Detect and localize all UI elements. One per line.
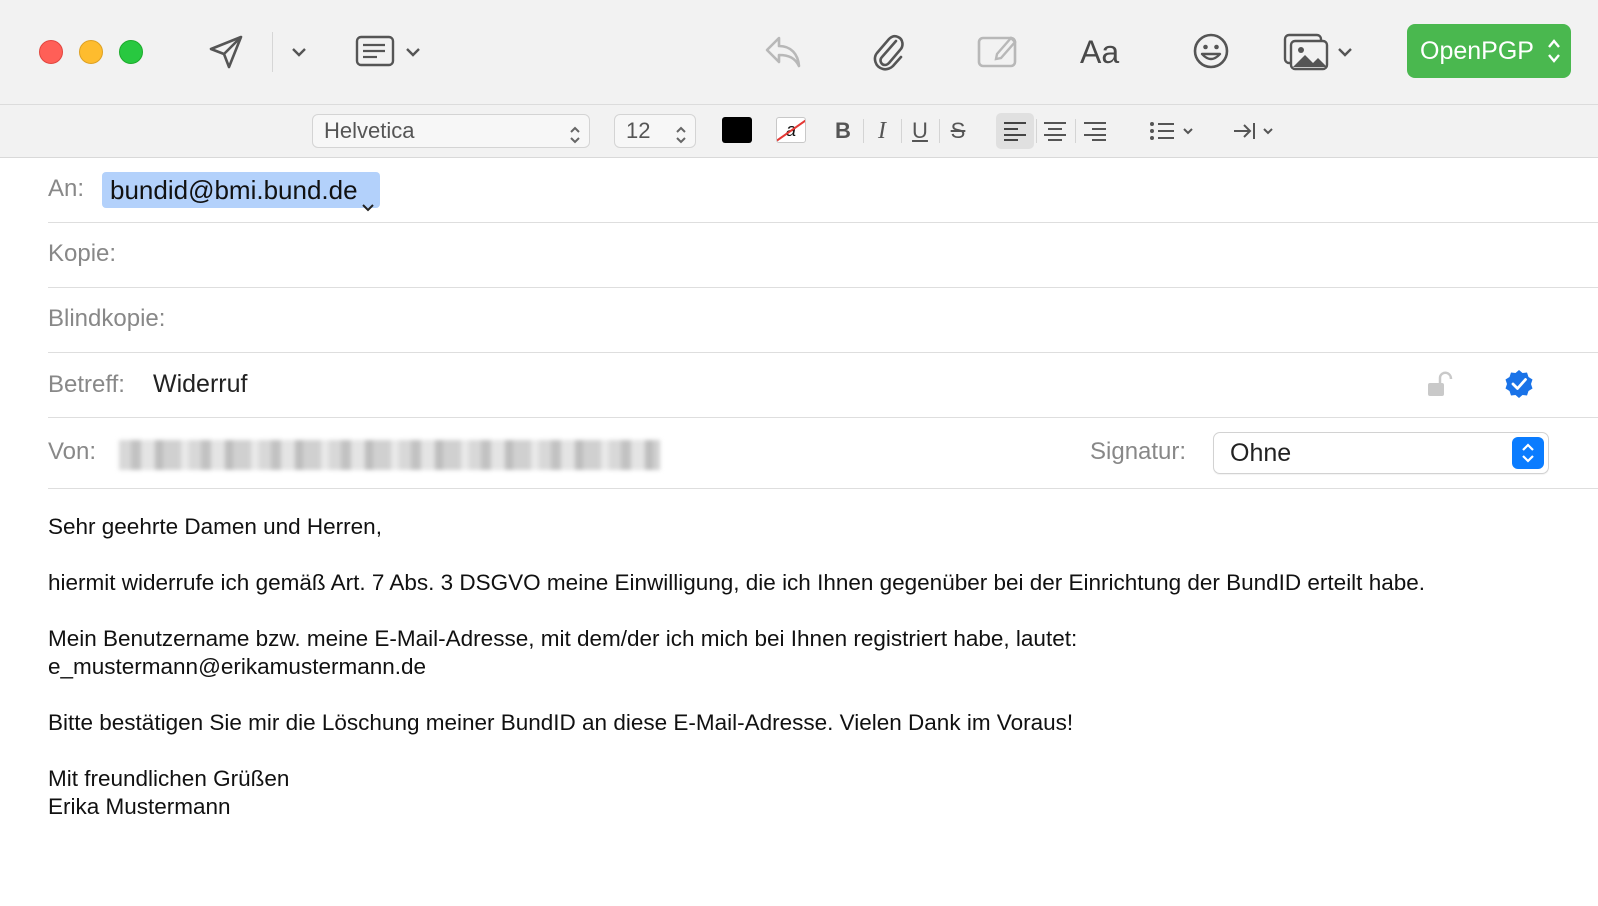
to-label: An: (48, 175, 85, 202)
compose-window: Aa OpenPGP Helvetica 12 B I U S An: bund… (0, 0, 1598, 906)
recipient-chip[interactable]: bundid@bmi.bund.de (102, 172, 380, 212)
message-body[interactable]: Sehr geehrte Damen und Herren, hiermit w… (48, 513, 1568, 821)
bulleted-list-icon (1150, 122, 1193, 140)
send-icon[interactable] (206, 32, 246, 72)
body-paragraph: hiermit widerrufe ich gemäß Art. 7 Abs. … (48, 570, 1425, 595)
font-size-select[interactable]: 12 (614, 114, 696, 148)
closing-line: Mit freundlichen Grüßen (48, 766, 290, 791)
subject-field-row: Betreff: Widerruf (0, 353, 1598, 418)
align-left-icon (1004, 122, 1026, 141)
signature-name: Erika Mustermann (48, 794, 231, 819)
format-divider (939, 119, 940, 143)
openpgp-label: OpenPGP (1420, 36, 1534, 65)
align-center-icon (1044, 122, 1066, 141)
from-label: Von: (48, 438, 97, 465)
zoom-window-button[interactable] (119, 40, 143, 64)
indent-button[interactable] (1230, 113, 1282, 149)
unlocked-icon[interactable] (1424, 369, 1456, 401)
reply-icon[interactable] (762, 32, 804, 72)
recipient-address: bundid@bmi.bund.de (110, 175, 358, 205)
cc-field-row[interactable]: Kopie: (0, 223, 1598, 288)
paperclip-icon[interactable] (868, 30, 908, 74)
format-divider (901, 119, 902, 143)
strikethrough-button[interactable]: S (942, 115, 974, 147)
underline-button[interactable]: U (904, 115, 936, 147)
bcc-field-row[interactable]: Blindkopie: (0, 288, 1598, 353)
photo-browser-icon[interactable] (1282, 30, 1330, 72)
emoji-icon[interactable] (1190, 30, 1232, 72)
subject-input[interactable]: Widerruf (153, 370, 247, 399)
signature-label: Signatur: (1090, 438, 1187, 465)
bcc-label: Blindkopie: (48, 305, 166, 332)
from-address-redacted[interactable] (119, 440, 660, 470)
font-family-select[interactable]: Helvetica (312, 114, 590, 148)
body-paragraph: Bitte bestätigen Sie mir die Löschung me… (48, 710, 1074, 735)
italic-button[interactable]: I (866, 115, 898, 147)
toolbar-separator (272, 32, 273, 72)
updown-chevron-icon (1512, 437, 1544, 469)
updown-chevron-icon (675, 122, 687, 154)
minimize-window-button[interactable] (79, 40, 103, 64)
updown-chevron-icon (1547, 38, 1561, 71)
align-right-button[interactable] (1076, 113, 1114, 149)
format-bar: Helvetica 12 a B I U S (0, 104, 1598, 158)
font-size-value: 12 (626, 118, 651, 143)
chevron-down-icon (361, 185, 374, 221)
send-options-chevron-down-icon[interactable] (288, 44, 310, 60)
align-right-icon (1084, 122, 1106, 141)
bold-button[interactable]: B (827, 115, 859, 147)
updown-chevron-icon (569, 122, 581, 154)
font-family-value: Helvetica (324, 118, 415, 143)
body-email-address: e_mustermann@erikamustermann.de (48, 654, 427, 679)
header-fields-icon[interactable] (354, 34, 396, 68)
greeting-line: Sehr geehrte Damen und Herren, (48, 514, 382, 539)
align-center-button[interactable] (1036, 113, 1074, 149)
text-color-swatch[interactable] (722, 117, 752, 143)
header-fields-chevron-down-icon[interactable] (402, 44, 424, 60)
signature-select[interactable]: Ohne (1213, 432, 1549, 474)
toolbar: Aa OpenPGP (0, 0, 1598, 104)
background-color-swatch[interactable]: a (776, 117, 806, 143)
indent-icon (1234, 123, 1273, 139)
subject-label: Betreff: (48, 371, 125, 398)
list-style-button[interactable] (1144, 113, 1202, 149)
cc-label: Kopie: (48, 240, 117, 267)
markup-icon[interactable] (976, 30, 1020, 72)
format-button[interactable]: Aa (1080, 30, 1119, 74)
signature-value: Ohne (1230, 439, 1292, 467)
photo-browser-chevron-down-icon[interactable] (1334, 44, 1356, 60)
close-window-button[interactable] (39, 40, 63, 64)
verified-badge-icon[interactable] (1502, 367, 1536, 401)
to-field-row: An: bundid@bmi.bund.de (0, 158, 1598, 223)
openpgp-button[interactable]: OpenPGP (1407, 24, 1571, 78)
format-divider (863, 119, 864, 143)
field-divider (48, 488, 1598, 489)
from-field-row: Von: Signatur: Ohne (0, 418, 1598, 489)
align-left-button[interactable] (996, 113, 1034, 149)
body-paragraph: Mein Benutzername bzw. meine E-Mail-Adre… (48, 626, 1078, 651)
